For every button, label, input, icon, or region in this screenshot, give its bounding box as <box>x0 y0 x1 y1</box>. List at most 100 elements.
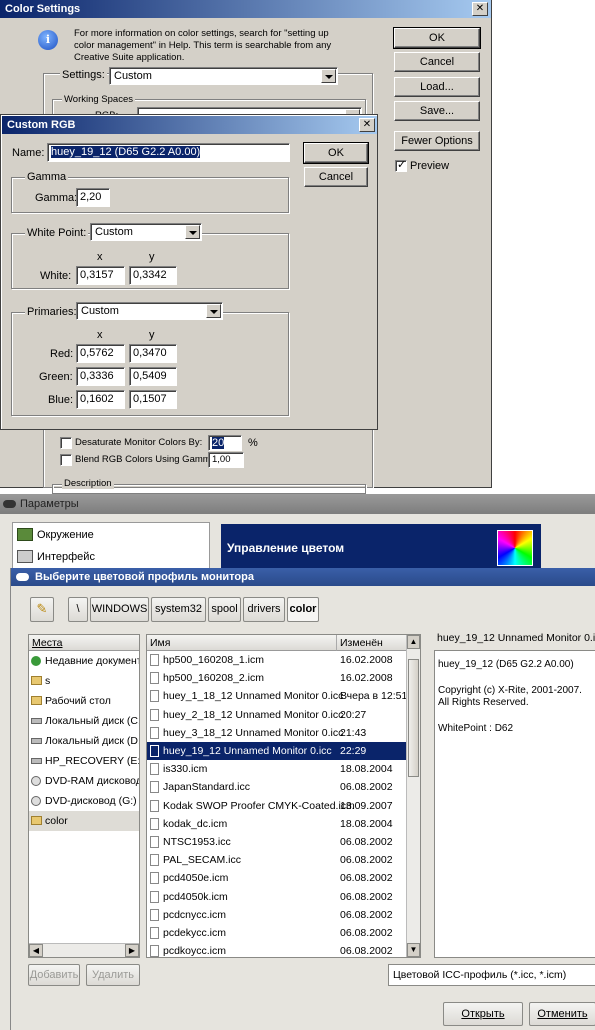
load-button[interactable]: Load... <box>394 77 480 97</box>
file-icon <box>150 890 159 903</box>
color-gamut-icon <box>497 530 533 566</box>
file-icon <box>150 708 159 721</box>
place-color[interactable]: color <box>29 811 139 831</box>
desaturate-input[interactable]: 20 <box>208 435 242 451</box>
file-row[interactable]: hp500_160208_2.icm 16.02.2008 <box>147 669 406 687</box>
file-name: NTSC1953.icc <box>163 836 231 848</box>
white-point-dropdown[interactable]: Custom <box>90 223 202 241</box>
fewer-options-button[interactable]: Fewer Options <box>394 131 480 151</box>
scroll-thumb[interactable] <box>408 659 419 777</box>
close-icon[interactable]: ✕ <box>472 2 488 16</box>
file-type-filter[interactable]: Цветовой ICC-профиль (*.icc, *.icm) <box>388 964 595 986</box>
scroll-right-icon[interactable]: ▶ <box>125 944 139 957</box>
ok-button[interactable]: OK <box>393 27 481 49</box>
file-row[interactable]: kodak_dc.icm 18.08.2004 <box>147 815 406 833</box>
white-x-input[interactable]: 0,3157 <box>76 266 125 285</box>
place-drive-c[interactable]: Локальный диск (C:) <box>29 711 139 731</box>
place-recent[interactable]: Недавние документы <box>29 651 139 671</box>
scroll-down-icon[interactable]: ▼ <box>407 943 420 957</box>
file-row[interactable]: NTSC1953.icc 06.08.2002 <box>147 833 406 851</box>
file-icon <box>150 745 159 757</box>
file-row[interactable]: pcd4050k.icm 06.08.2002 <box>147 888 406 906</box>
file-row[interactable]: huey_2_18_12 Unnamed Monitor 0.icc 20:27 <box>147 706 406 724</box>
description-label: Description <box>62 478 114 489</box>
path-button-color[interactable]: color <box>287 597 319 622</box>
path-button-drivers[interactable]: drivers <box>243 597 285 622</box>
places-hscroll[interactable]: ◀ ▶ <box>29 943 139 957</box>
info-icon: i <box>38 30 58 50</box>
nav-item-environment[interactable]: Окружение <box>15 527 94 543</box>
blend-input[interactable]: 1,00 <box>208 452 244 468</box>
file-name: huey_19_12 Unnamed Monitor 0.icc <box>163 745 332 757</box>
date-column-header[interactable]: Изменён <box>337 635 406 651</box>
cancel-button[interactable]: Cancel <box>394 52 480 72</box>
edit-location-button[interactable]: ✎ <box>30 597 54 622</box>
places-header[interactable]: Места <box>29 635 139 651</box>
white-y-input[interactable]: 0,3342 <box>129 266 177 285</box>
path-button-system32[interactable]: system32 <box>151 597 206 622</box>
place-drive-f[interactable]: DVD-RAM дисковод (F:) <box>29 771 139 791</box>
path-button-spool[interactable]: spool <box>208 597 241 622</box>
file-row[interactable]: JapanStandard.icc 06.08.2002 <box>147 778 406 796</box>
place-label: s <box>45 675 51 687</box>
file-row[interactable]: is330.icm 18.08.2004 <box>147 760 406 778</box>
file-name: pcdcnycc.icm <box>163 908 227 921</box>
place-home[interactable]: s <box>29 671 139 691</box>
blend-checkbox[interactable] <box>60 454 72 466</box>
file-row[interactable]: huey_3_18_12 Unnamed Monitor 0.icc 21:43 <box>147 724 406 742</box>
green-y-input[interactable]: 0,5409 <box>129 367 177 386</box>
close-icon[interactable]: ✕ <box>359 118 375 132</box>
place-drive-g[interactable]: DVD-дисковод (G:) <box>29 791 139 811</box>
custom-rgb-cancel-button[interactable]: Cancel <box>304 167 368 187</box>
preview-checkbox[interactable] <box>395 158 407 172</box>
primaries-dropdown[interactable]: Custom <box>76 302 223 320</box>
file-row[interactable]: PAL_SECAM.icc 06.08.2002 <box>147 851 406 869</box>
place-label: HP_RECOVERY (E:) <box>45 755 139 767</box>
date-header-label: Изменён <box>340 637 383 649</box>
path-button-root[interactable]: \ <box>68 597 88 622</box>
desaturate-checkbox[interactable] <box>60 437 72 449</box>
blue-x-input[interactable]: 0,1602 <box>76 390 125 409</box>
green-x-input[interactable]: 0,3336 <box>76 367 125 386</box>
gimp-eyes-icon <box>3 500 16 508</box>
name-input[interactable]: huey_19_12 (D65 G2.2 A0.00) <box>47 143 290 162</box>
place-label: DVD-RAM дисковод (F:) <box>45 775 139 787</box>
open-button[interactable]: Открыть <box>443 1002 523 1026</box>
save-button[interactable]: Save... <box>394 101 480 121</box>
file-name: hp500_160208_2.icm <box>163 672 265 685</box>
file-row[interactable]: pcdcnycc.icm 06.08.2002 <box>147 906 406 924</box>
settings-dropdown[interactable]: Custom <box>109 67 338 85</box>
white-y-header: y <box>149 251 155 263</box>
place-drive-d[interactable]: Локальный диск (D:) <box>29 731 139 751</box>
file-date: Вчера в 12:51 <box>340 690 406 703</box>
cancel-button[interactable]: Отменить <box>529 1002 595 1026</box>
chevron-down-icon <box>206 304 221 318</box>
remove-bookmark-button[interactable]: Удалить <box>86 964 140 986</box>
gamma-label: Gamma: <box>35 192 78 204</box>
place-drive-e[interactable]: HP_RECOVERY (E:) <box>29 751 139 771</box>
blue-y-input[interactable]: 0,1507 <box>129 390 177 409</box>
file-date: 06.08.2002 <box>340 945 393 957</box>
file-icon <box>150 945 159 957</box>
file-row[interactable]: pcd4050e.icm 06.08.2002 <box>147 869 406 887</box>
file-row[interactable]: huey_1_18_12 Unnamed Monitor 0.icc Вчера … <box>147 687 406 705</box>
red-y-input[interactable]: 0,3470 <box>129 344 177 363</box>
name-column-header[interactable]: Имя <box>147 635 337 651</box>
add-bookmark-button[interactable]: Добавить <box>28 964 80 986</box>
file-row[interactable]: huey_19_12 Unnamed Monitor 0.icc 22:29 <box>147 742 406 760</box>
custom-rgb-ok-button[interactable]: OK <box>303 142 369 164</box>
scroll-up-icon[interactable]: ▲ <box>407 635 420 649</box>
path-button-windows[interactable]: WINDOWS <box>90 597 149 622</box>
file-row[interactable]: Kodak SWOP Proofer CMYK-Coated.icm 13.09.… <box>147 797 406 815</box>
file-row[interactable]: pcdekycc.icm 06.08.2002 <box>147 924 406 942</box>
place-desktop[interactable]: Рабочий стол <box>29 691 139 711</box>
file-list-vscroll[interactable]: ▲ ▼ <box>406 635 420 957</box>
scroll-left-icon[interactable]: ◀ <box>29 944 43 957</box>
nav-item-interface[interactable]: Интерфейс <box>15 549 95 565</box>
file-row[interactable]: hp500_160208_1.icm 16.02.2008 <box>147 651 406 669</box>
white-x-header: x <box>97 251 103 263</box>
color-settings-title: Color Settings <box>5 3 81 15</box>
file-row[interactable]: pcdkoycc.icm 06.08.2002 <box>147 942 406 957</box>
red-x-input[interactable]: 0,5762 <box>76 344 125 363</box>
gamma-input[interactable]: 2,20 <box>76 188 110 207</box>
